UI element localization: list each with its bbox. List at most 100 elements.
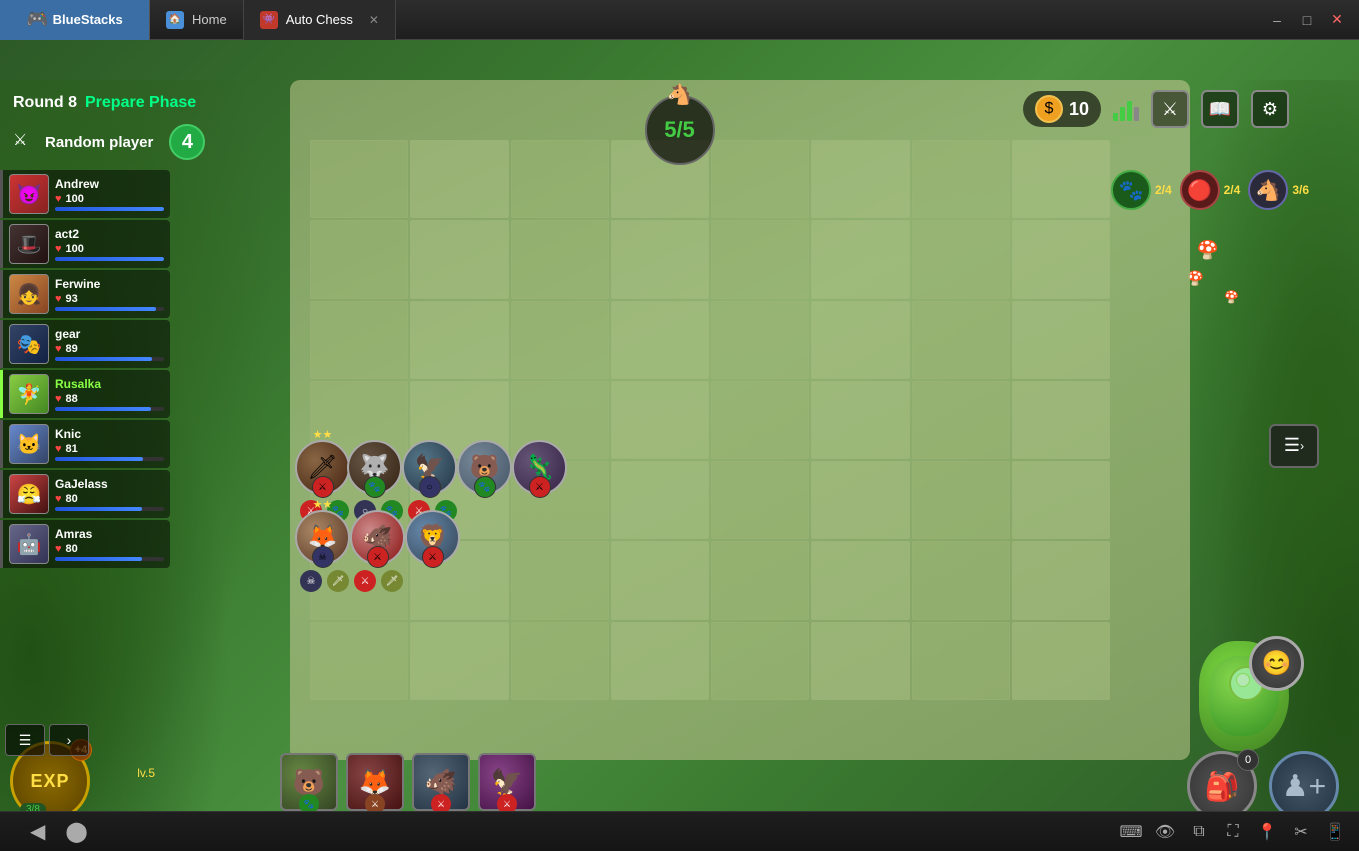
location-icon[interactable]: 📍: [1253, 818, 1281, 846]
sort-button[interactable]: ☰ ›: [1269, 424, 1319, 468]
player-entry[interactable]: 🧚 Rusalka ♥ 88: [0, 370, 170, 418]
piece-2[interactable]: 🐺 🐾: [347, 440, 402, 495]
board-cell[interactable]: [611, 301, 709, 379]
keyboard-icon[interactable]: ⌨: [1117, 818, 1145, 846]
taskbar: ◀ ⬤ ⌨ 👁 ⧉ ⛶ 📍 ✂ 📱: [0, 811, 1359, 851]
board-cell[interactable]: [511, 140, 609, 218]
eye-icon[interactable]: 👁: [1151, 818, 1179, 846]
piece-3[interactable]: 🦅 ○: [402, 440, 457, 495]
chess-board: [310, 140, 1110, 700]
player-entry[interactable]: 🎩 act2 ♥ 100: [0, 220, 170, 268]
board-cell[interactable]: [811, 140, 909, 218]
board-cell[interactable]: [611, 541, 709, 619]
board-cell[interactable]: [912, 622, 1010, 700]
board-cell[interactable]: [811, 461, 909, 539]
trait-cavalry: 🐴 3/6: [1248, 170, 1309, 210]
board-cell[interactable]: [511, 301, 609, 379]
player-data: act2 ♥ 100: [55, 227, 164, 261]
piece-1[interactable]: 🗡 ★★ ⚔: [295, 440, 350, 495]
board-cell[interactable]: [310, 301, 408, 379]
home-tab-icon: 🏠: [166, 11, 184, 29]
board-cell[interactable]: [1012, 622, 1110, 700]
player-entry[interactable]: 🐱 Knic ♥ 81: [0, 420, 170, 468]
board-cell[interactable]: [310, 622, 408, 700]
cavalry-count: 3/6: [1292, 183, 1309, 197]
board-cell[interactable]: [1012, 220, 1110, 298]
mobile-icon[interactable]: 📱: [1321, 818, 1349, 846]
settings-icon-btn[interactable]: ⚙: [1251, 90, 1289, 128]
board-cell[interactable]: [711, 622, 809, 700]
board-cell[interactable]: [912, 541, 1010, 619]
board-cell[interactable]: [711, 301, 809, 379]
tab-game[interactable]: 👾 Auto Chess ✕: [244, 0, 396, 40]
piece-4[interactable]: 🐻 🐾: [457, 440, 512, 495]
minimize-button[interactable]: –: [1263, 6, 1291, 34]
health-bar-container: ♥ 81: [55, 443, 164, 455]
board-cell[interactable]: [611, 622, 709, 700]
board-cell[interactable]: [310, 220, 408, 298]
board-cell[interactable]: [711, 381, 809, 459]
close-button[interactable]: ✕: [1323, 6, 1351, 34]
back-icon[interactable]: ◀: [30, 819, 45, 844]
board-cell[interactable]: [1012, 301, 1110, 379]
board-cell[interactable]: [811, 622, 909, 700]
piece-7[interactable]: 🐗 ⚔: [350, 510, 405, 565]
board-cell[interactable]: [811, 541, 909, 619]
board-cell[interactable]: [711, 461, 809, 539]
maximize-button[interactable]: □: [1293, 6, 1321, 34]
board-cell[interactable]: [912, 301, 1010, 379]
menu-expand-button[interactable]: ›: [49, 724, 89, 756]
player-entry[interactable]: 😈 Andrew ♥ 100: [0, 170, 170, 218]
board-cell[interactable]: [511, 622, 609, 700]
piece-3-badge: ○: [419, 476, 441, 498]
tab-home[interactable]: 🏠 Home: [150, 0, 244, 40]
player-entry[interactable]: 🤖 Amras ♥ 80: [0, 520, 170, 568]
player-entry[interactable]: 👧 Ferwine ♥ 93: [0, 270, 170, 318]
board-cell[interactable]: [611, 461, 709, 539]
piece-5[interactable]: 🦎 ⚔: [512, 440, 567, 495]
board-cell[interactable]: [1012, 461, 1110, 539]
board-cell[interactable]: [912, 381, 1010, 459]
piece-6[interactable]: 🦊 ★★ ☠: [295, 510, 350, 565]
player-entry-name: Rusalka: [55, 377, 164, 391]
board-cell[interactable]: [611, 381, 709, 459]
board-cell[interactable]: [410, 622, 508, 700]
home-nav-icon[interactable]: ⬤: [65, 819, 87, 844]
board-cell[interactable]: [1012, 140, 1110, 218]
board-cell[interactable]: [410, 140, 508, 218]
signal-bar-1: [1113, 113, 1118, 121]
player-entry[interactable]: 🎭 gear ♥ 89: [0, 320, 170, 368]
board-cell[interactable]: [711, 541, 809, 619]
board-cell[interactable]: [1012, 381, 1110, 459]
multi-instance-icon[interactable]: ⧉: [1185, 818, 1213, 846]
board-cell[interactable]: [711, 220, 809, 298]
emote-button[interactable]: 😊: [1249, 636, 1304, 691]
swords-icon-btn[interactable]: ⚔: [1151, 90, 1189, 128]
board-cell[interactable]: [811, 381, 909, 459]
bench-piece-1[interactable]: 🐻 🐾: [280, 753, 338, 811]
piece-8[interactable]: 🦁 ⚔: [405, 510, 460, 565]
board-cell[interactable]: [410, 220, 508, 298]
bench-piece-3[interactable]: 🐗 ⚔: [412, 753, 470, 811]
menu-hamburger-button[interactable]: ☰: [5, 724, 45, 756]
player-entry[interactable]: 😤 GaJelass ♥ 80: [0, 470, 170, 518]
bench-piece-2[interactable]: 🦊 ⚔: [346, 753, 404, 811]
board-cell[interactable]: [912, 220, 1010, 298]
journal-icon-btn[interactable]: 📖: [1201, 90, 1239, 128]
board-cell[interactable]: [711, 140, 809, 218]
board-cell[interactable]: [611, 220, 709, 298]
board-cell[interactable]: [811, 220, 909, 298]
board-cell[interactable]: [410, 301, 508, 379]
scissors-icon[interactable]: ✂: [1287, 818, 1315, 846]
sort-button-container: ☰ ›: [1269, 424, 1319, 468]
board-cell[interactable]: [1012, 541, 1110, 619]
fullscreen-icon[interactable]: ⛶: [1219, 818, 1247, 846]
bench-piece-4[interactable]: 🦅 ⚔: [478, 753, 536, 811]
close-tab-icon[interactable]: ✕: [369, 13, 379, 27]
board-cell[interactable]: [811, 301, 909, 379]
board-cell[interactable]: [511, 541, 609, 619]
board-cell[interactable]: [511, 220, 609, 298]
board-cell[interactable]: [912, 140, 1010, 218]
board-cell[interactable]: [310, 140, 408, 218]
board-cell[interactable]: [912, 461, 1010, 539]
